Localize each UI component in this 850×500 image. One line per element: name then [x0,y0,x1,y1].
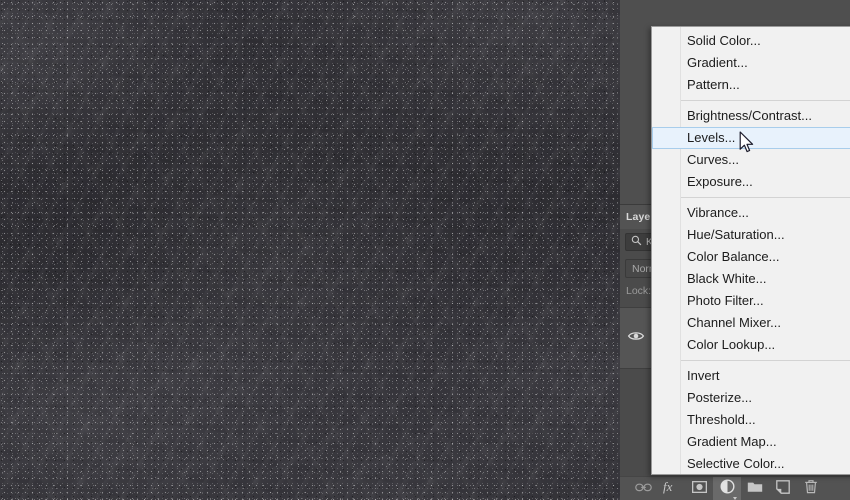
menu-item-black-white[interactable]: Black White... [652,268,850,290]
menu-item-gradient-map[interactable]: Gradient Map... [652,431,850,453]
menu-item-vibrance[interactable]: Vibrance... [652,202,850,224]
menu-item-color-lookup[interactable]: Color Lookup... [652,334,850,356]
menu-item-posterize[interactable]: Posterize... [652,387,850,409]
menu-item-curves[interactable]: Curves... [652,149,850,171]
menu-separator [681,100,850,101]
fx-icon: fx [662,479,680,499]
menu-item-solid-color[interactable]: Solid Color... [652,30,850,52]
half-circle-icon [719,479,735,499]
folder-icon [747,480,763,498]
trash-icon [804,479,818,499]
menu-item-channel-mixer[interactable]: Channel Mixer... [652,312,850,334]
menu-item-hue-saturation[interactable]: Hue/Saturation... [652,224,850,246]
delete-layer-button[interactable] [797,477,825,500]
menu-item-list: Solid Color... Gradient... Pattern... Br… [652,27,850,474]
menu-separator [681,360,850,361]
menu-item-threshold[interactable]: Threshold... [652,409,850,431]
layers-panel-footer: fx [620,476,850,500]
new-layer-button[interactable] [769,477,797,500]
menu-item-gradient[interactable]: Gradient... [652,52,850,74]
new-layer-icon [776,479,790,499]
link-icon [634,480,652,498]
menu-item-color-balance[interactable]: Color Balance... [652,246,850,268]
new-group-button[interactable] [741,477,769,500]
menu-item-selective-color[interactable]: Selective Color... [652,453,850,474]
adjustment-layer-button[interactable] [713,477,741,500]
menu-item-brightness-contrast[interactable]: Brightness/Contrast... [652,105,850,127]
eye-icon[interactable] [627,329,645,343]
search-icon [631,233,642,251]
photoshop-window: Layers Ki Norm Lock: [0,0,850,500]
menu-separator [681,197,850,198]
menu-item-exposure[interactable]: Exposure... [652,171,850,193]
link-layers-button[interactable] [629,477,657,500]
mask-icon [691,480,707,498]
menu-item-invert[interactable]: Invert [652,365,850,387]
menu-item-photo-filter[interactable]: Photo Filter... [652,290,850,312]
texture-vignette [0,0,620,500]
document-canvas[interactable] [0,0,620,500]
layer-style-button[interactable]: fx [657,477,685,500]
menu-item-pattern[interactable]: Pattern... [652,74,850,96]
layer-mask-button[interactable] [685,477,713,500]
menu-item-levels[interactable]: Levels... [652,127,850,149]
svg-text:fx: fx [663,479,673,494]
lock-label: Lock: [626,285,652,297]
fill-adjustment-layer-menu[interactable]: Solid Color... Gradient... Pattern... Br… [651,26,850,475]
